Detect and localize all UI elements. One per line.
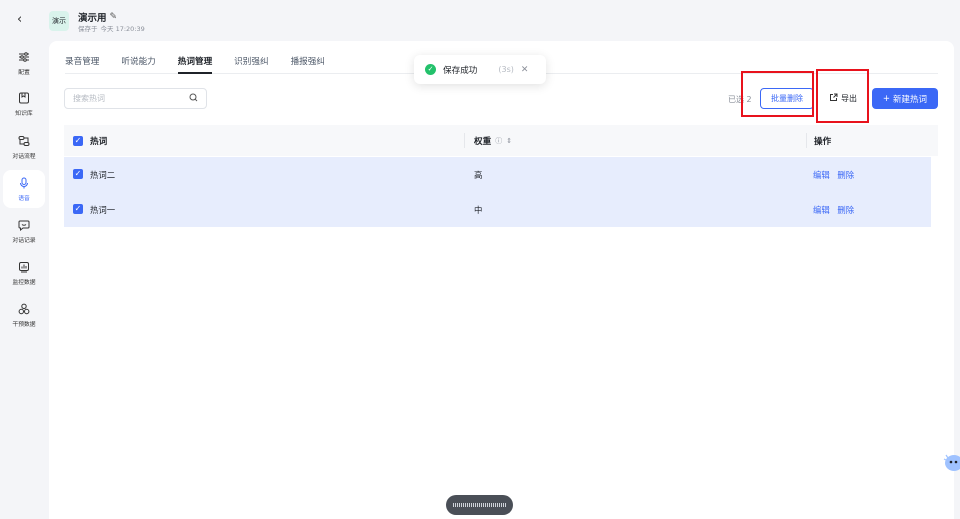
toast-countdown: (3s) <box>498 65 514 74</box>
sidebar-item-monitor[interactable]: 监控数据 <box>3 254 45 292</box>
help-icon[interactable]: ⓘ <box>495 136 502 146</box>
waveform-icon <box>452 503 507 507</box>
sidebar-item-voice[interactable]: 语音 <box>3 170 45 208</box>
sort-icon[interactable]: ⇕ <box>506 137 512 145</box>
select-all-checkbox[interactable]: ✓ <box>73 136 83 146</box>
new-hotword-button[interactable]: + 新建热词 <box>872 88 938 109</box>
flow-icon <box>18 135 30 149</box>
tab-hotwords[interactable]: 热词管理 <box>177 54 213 74</box>
chat-icon <box>18 219 30 233</box>
table-row: ✓ 热词一 中 编辑 删除 <box>64 192 931 227</box>
sidebar-item-intervention[interactable]: 干预数据 <box>3 296 45 334</box>
table-header: ✓ 热词 权重 ⓘ ⇕ 操作 <box>64 125 938 156</box>
delete-link[interactable]: 删除 <box>837 205 854 215</box>
plus-icon: + <box>882 93 891 104</box>
column-header-weight-label: 权重 <box>474 136 492 147</box>
sidebar: 配置 知识库 对话流程 语音 对话记录 监控数据 干预数据 <box>0 40 48 519</box>
main-panel: 录音管理 听说能力 热词管理 识别强纠 播报强纠 搜索热词 已选 2 批量删除 … <box>49 41 954 519</box>
app-badge: 演示 <box>49 11 69 31</box>
success-toast: ✓ 保存成功 (3s) ✕ <box>414 55 546 84</box>
selected-count: 已选 2 <box>728 95 752 104</box>
export-button[interactable]: 导出 <box>822 88 864 109</box>
delete-link[interactable]: 删除 <box>837 170 854 180</box>
column-divider <box>464 133 465 148</box>
check-circle-icon: ✓ <box>425 64 436 75</box>
edit-link[interactable]: 编辑 <box>813 170 830 180</box>
weight-cell: 高 <box>474 169 483 180</box>
chart-icon <box>18 261 30 275</box>
sidebar-item-label: 知识库 <box>15 110 33 117</box>
sidebar-item-records[interactable]: 对话记录 <box>3 212 45 250</box>
hotword-cell: 热词一 <box>90 204 116 215</box>
pencil-icon[interactable]: ✎ <box>110 12 118 22</box>
batch-delete-button[interactable]: 批量删除 <box>760 88 814 109</box>
actions-cell: 编辑 删除 <box>813 169 854 181</box>
export-label: 导出 <box>841 94 857 103</box>
search-input[interactable]: 搜索热词 <box>64 88 207 109</box>
sliders-icon <box>18 51 30 65</box>
book-icon <box>18 92 30 106</box>
search-placeholder: 搜索热词 <box>73 94 105 103</box>
sidebar-item-knowledge[interactable]: 知识库 <box>3 85 45 123</box>
sidebar-item-label: 监控数据 <box>12 279 36 286</box>
sidebar-item-label: 干预数据 <box>12 321 36 328</box>
column-header-actions: 操作 <box>814 136 832 147</box>
sidebar-item-label: 配置 <box>18 69 30 76</box>
sidebar-item-label: 对话记录 <box>12 237 36 244</box>
assistant-mascot-icon[interactable] <box>942 449 960 473</box>
app-name-text: 演示用 <box>78 13 107 24</box>
column-header-weight: 权重 ⓘ ⇕ <box>474 135 512 147</box>
toast-message: 保存成功 <box>443 65 478 76</box>
sidebar-item-label: 对话流程 <box>12 153 36 160</box>
hotword-cell: 热词二 <box>90 169 116 180</box>
tab-recognition-correction[interactable]: 识别强纠 <box>234 54 268 74</box>
tab-recordings[interactable]: 录音管理 <box>65 54 99 74</box>
back-button[interactable]: ‹ <box>17 13 29 27</box>
row-checkbox[interactable]: ✓ <box>73 169 83 179</box>
weight-cell: 中 <box>474 204 483 215</box>
saved-time-value: 今天 17:20:39 <box>100 25 145 33</box>
column-header-word: 热词 <box>90 136 108 147</box>
voice-activity-pill[interactable] <box>446 495 513 515</box>
edit-link[interactable]: 编辑 <box>813 205 830 215</box>
new-hotword-label: 新建热词 <box>893 94 928 105</box>
chevron-left-icon: ‹ <box>17 12 23 27</box>
actions-cell: 编辑 删除 <box>813 204 854 216</box>
top-bar: ‹ 演示 演示用 ✎ 保存于 今天 17:20:39 <box>0 0 960 40</box>
search-icon[interactable] <box>189 93 198 105</box>
save-time: 保存于 今天 17:20:39 <box>78 23 148 33</box>
tab-listening[interactable]: 听说能力 <box>121 54 155 74</box>
microphone-icon <box>18 177 30 191</box>
close-icon[interactable]: ✕ <box>521 65 529 75</box>
sidebar-item-config[interactable]: 配置 <box>3 44 45 82</box>
sidebar-item-label: 语音 <box>18 195 30 202</box>
nodes-icon <box>18 303 30 317</box>
saved-label: 保存于 <box>78 25 98 33</box>
app-name: 演示用 ✎ <box>78 10 117 24</box>
row-checkbox[interactable]: ✓ <box>73 204 83 214</box>
table-row: ✓ 热词二 高 编辑 删除 <box>64 157 931 192</box>
column-divider <box>806 133 807 148</box>
export-icon <box>829 93 838 104</box>
sidebar-item-flow[interactable]: 对话流程 <box>3 128 45 166</box>
tab-broadcast-correction[interactable]: 播报强纠 <box>291 54 325 74</box>
